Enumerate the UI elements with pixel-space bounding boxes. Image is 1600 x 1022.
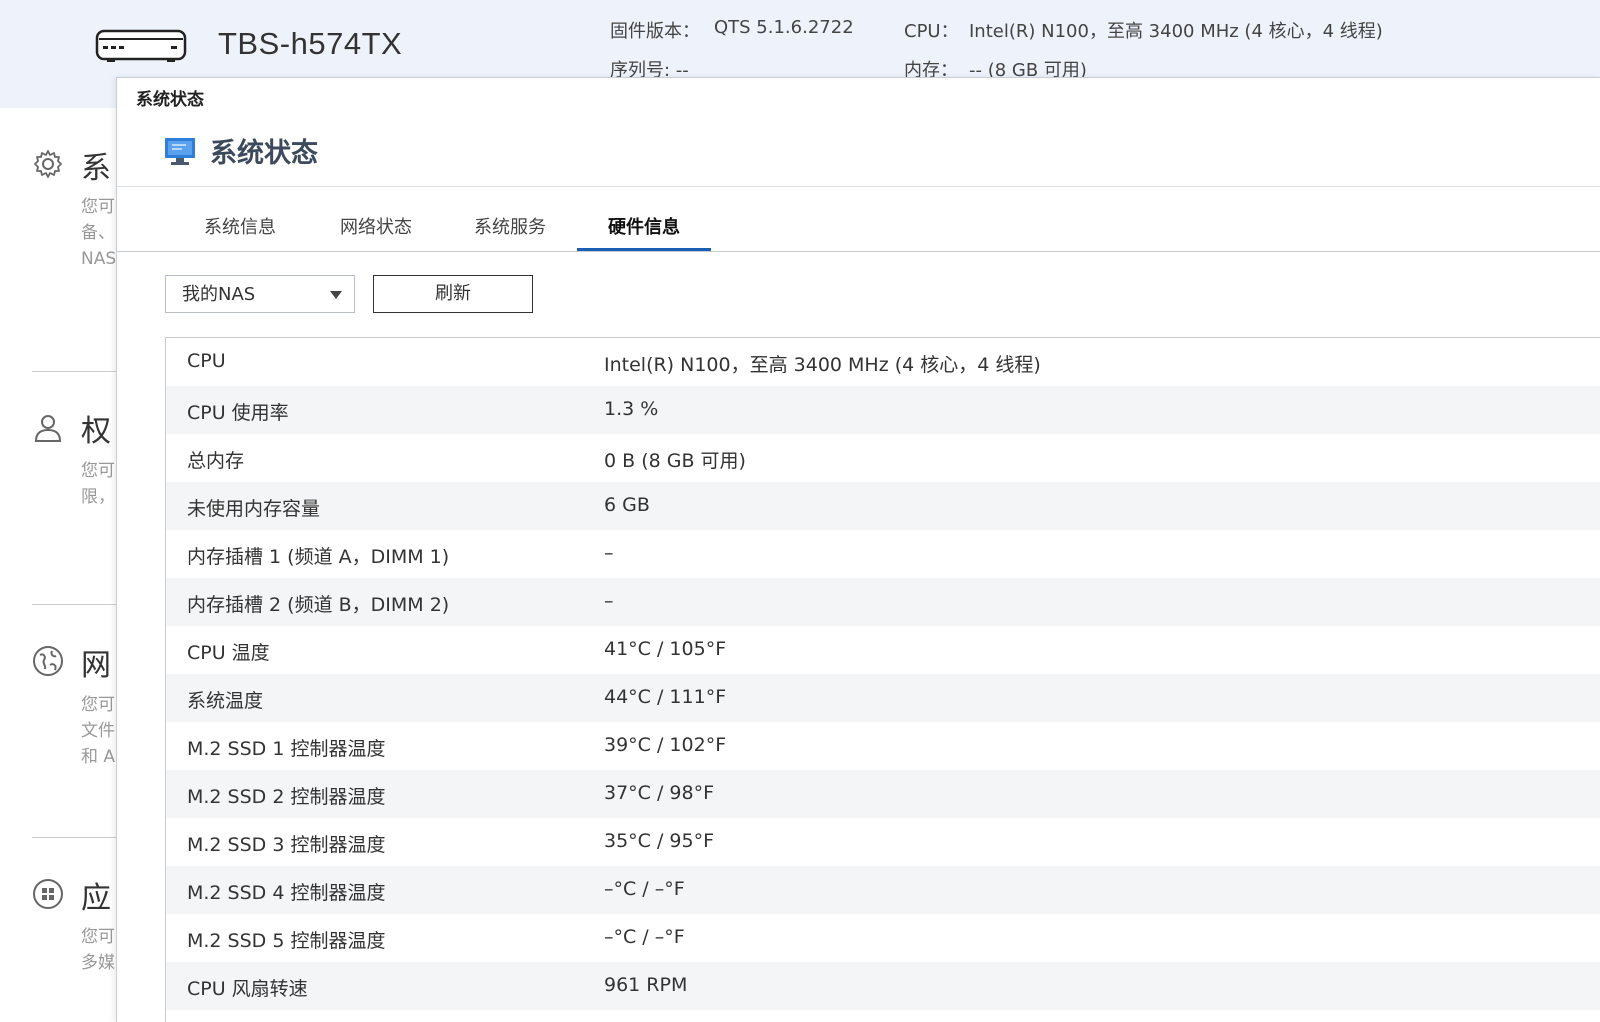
section-desc: 您可 (81, 197, 115, 217)
row-label: CPU 使用率 (187, 402, 289, 424)
table-row: 系统温度 44°C / 111°F (166, 674, 1600, 722)
row-value: Intel(R) N100，至高 3400 MHz (4 核心，4 线程) (604, 354, 1041, 376)
app-title: 系统状态 (210, 138, 318, 169)
row-label: M.2 SSD 1 控制器温度 (187, 738, 386, 760)
toolbar: 我的NAS 刷新 (117, 251, 1600, 337)
table-row: M.2 SSD 1 控制器温度 39°C / 102°F (166, 722, 1600, 770)
divider (32, 371, 118, 372)
table-row: 内存插槽 2 (频道 B，DIMM 2) – (166, 578, 1600, 626)
row-value: 35°C / 95°F (604, 830, 715, 852)
section-title: 应 (81, 881, 111, 916)
section-desc: 限， (81, 487, 115, 507)
table-row: 总内存 0 B (8 GB 可用) (166, 434, 1600, 482)
row-value: 0 B (8 GB 可用) (604, 450, 746, 472)
system-status-window: 系统状态 系统状态 系统信息 网络状态 系统服务 硬件信息 我的NAS 刷新 C… (116, 77, 1600, 1022)
globe-icon (33, 646, 63, 676)
row-label: 内存插槽 2 (频道 B，DIMM 2) (187, 594, 450, 616)
cpu-value: Intel(R) N100，至高 3400 MHz (4 核心，4 线程) (969, 21, 1383, 42)
row-value: – (604, 542, 614, 564)
table-row: 内存插槽 1 (频道 A，DIMM 1) – (166, 530, 1600, 578)
row-label: M.2 SSD 5 控制器温度 (187, 930, 386, 952)
table-row: M.2 SSD 4 控制器温度 –°C / –°F (166, 866, 1600, 914)
row-value: 6 GB (604, 494, 650, 516)
table-row: CPU 使用率 1.3 % (166, 386, 1600, 434)
device-select[interactable]: 我的NAS (165, 275, 355, 313)
row-label: 总内存 (187, 450, 245, 472)
section-title: 网 (81, 648, 111, 683)
section-title: 权 (81, 414, 111, 449)
table-row: CPU 风扇转速 961 RPM (166, 962, 1600, 1010)
tab-hardware-info[interactable]: 硬件信息 (577, 186, 711, 251)
device-select-value: 我的NAS (182, 284, 256, 305)
section-desc: 备、 (81, 223, 115, 243)
tab-bar: 系统信息 网络状态 系统服务 硬件信息 (117, 186, 1600, 252)
row-label: CPU 风扇转速 (187, 978, 308, 1000)
section-desc: 和 A (81, 747, 116, 767)
firmware-value: QTS 5.1.6.2722 (714, 17, 854, 38)
chevron-down-icon (330, 291, 342, 299)
row-value: 37°C / 98°F (604, 782, 715, 804)
nas-device-icon (95, 29, 187, 62)
section-desc: 您可 (81, 695, 115, 715)
user-icon (34, 415, 62, 442)
hardware-info-table: CPU Intel(R) N100，至高 3400 MHz (4 核心，4 线程)… (165, 337, 1600, 1022)
section-desc: 您可 (81, 927, 115, 947)
row-label: M.2 SSD 3 控制器温度 (187, 834, 386, 856)
window-titlebar[interactable]: 系统状态 (117, 78, 1600, 112)
monitor-icon (165, 138, 195, 165)
row-value: 44°C / 111°F (604, 686, 727, 708)
table-row: CPU 温度 41°C / 105°F (166, 626, 1600, 674)
apps-icon (33, 879, 63, 909)
row-label: CPU (187, 350, 226, 372)
section-title: 系 (81, 151, 111, 186)
row-value: 41°C / 105°F (604, 638, 727, 660)
gear-icon (34, 150, 62, 178)
row-label: 未使用内存容量 (187, 498, 321, 520)
section-desc: 多媒 (81, 953, 115, 973)
table-row: 未使用内存容量 6 GB (166, 482, 1600, 530)
row-label: CPU 温度 (187, 642, 270, 664)
firmware-label: 固件版本： (610, 21, 700, 42)
row-value: 1.3 % (604, 398, 659, 420)
tab-network-status[interactable]: 网络状态 (313, 186, 439, 250)
tab-system-services[interactable]: 系统服务 (447, 186, 573, 250)
device-name: TBS-h574TX (218, 26, 403, 61)
table-row: M.2 SSD 2 控制器温度 37°C / 98°F (166, 770, 1600, 818)
window-title: 系统状态 (136, 90, 204, 110)
row-value: 39°C / 102°F (604, 734, 727, 756)
row-value: –°C / –°F (604, 878, 685, 900)
divider (32, 604, 118, 605)
page: TBS-h574TX 固件版本： QTS 5.1.6.2722 序列号: -- … (0, 0, 1600, 1022)
row-label: M.2 SSD 2 控制器温度 (187, 786, 386, 808)
table-row: M.2 SSD 3 控制器温度 35°C / 95°F (166, 818, 1600, 866)
divider (32, 837, 118, 838)
app-header: 系统状态 (117, 112, 1600, 187)
section-desc: NAS (81, 249, 117, 269)
row-label: M.2 SSD 4 控制器温度 (187, 882, 386, 904)
section-desc: 您可 (81, 461, 115, 481)
row-label: 内存插槽 1 (频道 A，DIMM 1) (187, 546, 450, 568)
table-row: M.2 SSD 5 控制器温度 –°C / –°F (166, 914, 1600, 962)
tab-system-info[interactable]: 系统信息 (177, 186, 303, 250)
row-value: – (604, 590, 614, 612)
table-row: CPU Intel(R) N100，至高 3400 MHz (4 核心，4 线程) (166, 338, 1600, 386)
cpu-label: CPU： (904, 21, 959, 42)
row-label: 系统温度 (187, 690, 264, 712)
row-value: –°C / –°F (604, 926, 685, 948)
section-desc: 文件 (81, 721, 115, 741)
refresh-button[interactable]: 刷新 (373, 275, 533, 313)
row-value: 961 RPM (604, 974, 688, 996)
